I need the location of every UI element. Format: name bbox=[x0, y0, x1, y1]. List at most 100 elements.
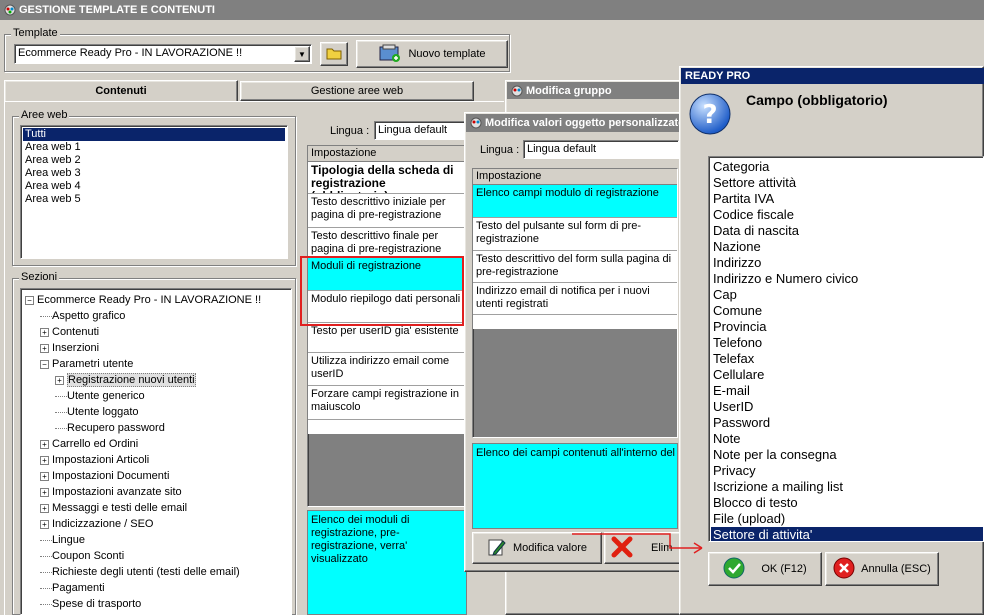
table-row[interactable]: Elenco campi modulo di registrazione bbox=[473, 185, 677, 218]
tree-item[interactable]: Pagamenti bbox=[40, 580, 105, 596]
tree-item[interactable]: + Messaggi e testi delle email bbox=[40, 500, 187, 516]
svg-text:?: ? bbox=[702, 100, 717, 130]
modifica-valori-title: Modifica valori oggetto personalizzato bbox=[485, 117, 682, 129]
collapse-icon[interactable]: − bbox=[40, 359, 49, 369]
tree-connector bbox=[40, 587, 52, 589]
campo-list-item[interactable]: Indirizzo bbox=[711, 255, 983, 271]
campo-list-item[interactable]: File (upload) bbox=[711, 511, 983, 527]
cancel-button-label: Annulla (ESC) bbox=[861, 563, 931, 575]
cancel-button[interactable]: Annulla (ESC) bbox=[825, 552, 939, 586]
campo-list-item[interactable]: Categoria bbox=[711, 159, 983, 175]
tree-item[interactable]: + Contenuti bbox=[40, 324, 99, 340]
ok-button[interactable]: OK (F12) bbox=[708, 552, 822, 586]
table-row[interactable]: Testo descrittivo del form sulla pagina … bbox=[473, 251, 677, 283]
tree-item[interactable]: Recupero password bbox=[55, 420, 165, 436]
campo-list-item[interactable]: Note per la consegna bbox=[711, 447, 983, 463]
tree-item[interactable]: Richieste degli utenti (testi delle emai… bbox=[40, 564, 240, 580]
tree-item[interactable]: + Inserzioni bbox=[40, 340, 99, 356]
lingua-select[interactable]: Lingua default bbox=[374, 121, 474, 140]
list-item[interactable]: Area web 1 bbox=[23, 141, 285, 154]
campo-list-item[interactable]: Password bbox=[711, 415, 983, 431]
mv-lingua-value: Lingua default bbox=[527, 143, 597, 155]
table-row[interactable]: Utilizza indirizzo email come userID bbox=[308, 353, 466, 386]
tree-connector bbox=[40, 315, 52, 317]
campo-list-item[interactable]: E-mail bbox=[711, 383, 983, 399]
tree-item[interactable]: − Ecommerce Ready Pro - IN LAVORAZIONE !! bbox=[25, 292, 261, 308]
tree-item[interactable]: + Indicizzazione / SEO bbox=[40, 516, 154, 532]
tree-item-label: Ecommerce Ready Pro - IN LAVORAZIONE !! bbox=[37, 294, 262, 306]
new-template-label: Nuovo template bbox=[408, 48, 486, 60]
expand-icon[interactable]: + bbox=[40, 439, 49, 449]
tree-item[interactable]: Utente loggato bbox=[55, 404, 139, 420]
sezioni-tree[interactable]: − Ecommerce Ready Pro - IN LAVORAZIONE !!… bbox=[20, 288, 292, 615]
campo-list-item[interactable]: Data di nascita bbox=[711, 223, 983, 239]
expand-icon[interactable]: + bbox=[40, 503, 49, 513]
tab-gestione-aree-web[interactable]: Gestione aree web bbox=[240, 81, 474, 101]
campo-list-item[interactable]: Nazione bbox=[711, 239, 983, 255]
tree-item[interactable]: + Impostazioni Documenti bbox=[40, 468, 169, 484]
aree-web-list[interactable]: Tutti Area web 1 Area web 2 Area web 3 A… bbox=[20, 125, 288, 259]
tree-item[interactable]: − Parametri utente bbox=[40, 356, 133, 372]
tree-item-label: Carrello ed Ordini bbox=[52, 438, 139, 450]
table-row[interactable]: Testo descrittivo finale per pagina di p… bbox=[308, 228, 466, 258]
list-item[interactable]: Area web 3 bbox=[23, 167, 285, 180]
table-row[interactable]: Testo del pulsante sul form di pre-regis… bbox=[473, 218, 677, 251]
expand-icon[interactable]: + bbox=[40, 455, 49, 465]
campo-list[interactable]: Categoria Settore attività Partita IVA Codi… bbox=[708, 156, 984, 542]
expand-icon[interactable]: + bbox=[55, 375, 64, 385]
tab-contenuti[interactable]: Contenuti bbox=[4, 80, 238, 102]
list-item[interactable]: Area web 2 bbox=[23, 154, 285, 167]
expand-icon[interactable]: + bbox=[40, 471, 49, 481]
main-description-text: Elenco dei moduli di registrazione, pre-… bbox=[311, 514, 410, 565]
campo-list-item[interactable]: Settore di attivita' bbox=[711, 527, 983, 541]
main-settings-grid[interactable]: Impostazione Tipologia della scheda di r… bbox=[307, 145, 467, 507]
tree-item[interactable]: + Impostazioni Articoli bbox=[40, 452, 149, 468]
campo-list-item[interactable]: Indirizzo e Numero civico bbox=[711, 271, 983, 287]
tree-item[interactable]: Utente generico bbox=[55, 388, 145, 404]
list-item[interactable]: Tutti bbox=[23, 128, 285, 141]
tree-item[interactable]: Lingue bbox=[40, 532, 85, 548]
expand-icon[interactable]: + bbox=[40, 327, 49, 337]
campo-list-item[interactable]: Telefax bbox=[711, 351, 983, 367]
list-item[interactable]: Area web 4 bbox=[23, 180, 285, 193]
list-item[interactable]: Area web 5 bbox=[23, 193, 285, 206]
tree-item[interactable]: + Carrello ed Ordini bbox=[40, 436, 138, 452]
chevron-down-icon: ▼ bbox=[298, 49, 306, 59]
expand-icon[interactable]: + bbox=[40, 519, 49, 529]
campo-list-item[interactable]: Iscrizione a mailing list bbox=[711, 479, 983, 495]
template-select[interactable]: Ecommerce Ready Pro - IN LAVORAZIONE !! … bbox=[14, 44, 312, 64]
table-row[interactable]: Forzare campi registrazione in maiuscolo bbox=[308, 386, 466, 420]
template-dropdown-button[interactable]: ▼ bbox=[294, 46, 310, 62]
campo-list-item[interactable]: Cellulare bbox=[711, 367, 983, 383]
campo-list-item[interactable]: Provincia bbox=[711, 319, 983, 335]
expand-icon[interactable]: + bbox=[40, 343, 49, 353]
collapse-icon[interactable]: − bbox=[25, 295, 34, 305]
tree-item[interactable]: + Impostazioni avanzate sito bbox=[40, 484, 182, 500]
mv-lingua-select[interactable]: Lingua default bbox=[523, 140, 679, 159]
campo-list-item[interactable]: Codice fiscale bbox=[711, 207, 983, 223]
tree-item-label: Registrazione nuovi utenti bbox=[67, 373, 196, 387]
table-row[interactable]: Indirizzo email di notifica per i nuovi … bbox=[473, 283, 677, 315]
campo-list-item[interactable]: Cap bbox=[711, 287, 983, 303]
tree-item-label: Lingue bbox=[52, 534, 86, 546]
campo-list-item[interactable]: Partita IVA bbox=[711, 191, 983, 207]
table-row[interactable]: Tipologia della scheda di registrazione … bbox=[308, 162, 466, 194]
campo-list-item[interactable]: Blocco di testo bbox=[711, 495, 983, 511]
campo-list-item[interactable]: Note bbox=[711, 431, 983, 447]
campo-list-item[interactable]: Privacy bbox=[711, 463, 983, 479]
mv-settings-grid[interactable]: Impostazione Elenco campi modulo di regi… bbox=[472, 168, 678, 438]
tree-item[interactable]: + Registrazione nuovi utenti bbox=[55, 372, 196, 388]
table-row[interactable]: Testo per userID gia' esistente bbox=[308, 323, 466, 353]
tree-item[interactable]: Coupon Sconti bbox=[40, 548, 124, 564]
tree-item[interactable]: Spese di trasporto bbox=[40, 596, 141, 612]
campo-list-item[interactable]: Settore attività bbox=[711, 175, 983, 191]
open-folder-button[interactable] bbox=[320, 42, 348, 66]
campo-list-item[interactable]: UserID bbox=[711, 399, 983, 415]
tree-item[interactable]: Aspetto grafico bbox=[40, 308, 125, 324]
expand-icon[interactable]: + bbox=[40, 487, 49, 497]
tree-host: − Ecommerce Ready Pro - IN LAVORAZIONE !!… bbox=[21, 289, 291, 614]
table-row[interactable]: Testo descrittivo iniziale per pagina di… bbox=[308, 194, 466, 228]
campo-list-item[interactable]: Comune bbox=[711, 303, 983, 319]
new-template-button[interactable]: Nuovo template bbox=[356, 40, 508, 68]
campo-list-item[interactable]: Telefono bbox=[711, 335, 983, 351]
